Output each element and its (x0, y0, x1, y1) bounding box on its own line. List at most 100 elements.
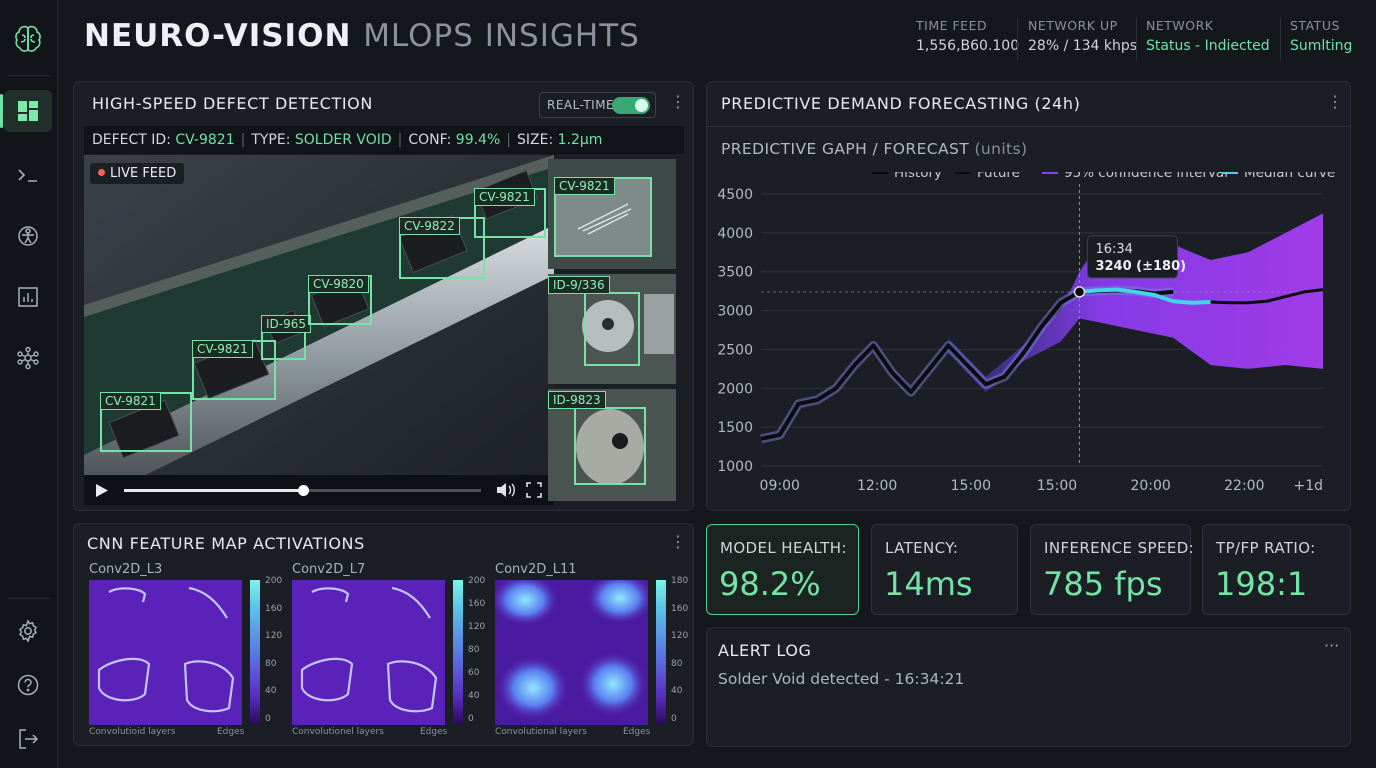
feature-map-caption: Convolutioid layers (89, 727, 176, 737)
colorbar-tick-label: 200 (468, 576, 486, 586)
metric-value: 98.2% (719, 565, 821, 603)
app-title-sub: MLOPS INSIGHTS (363, 18, 640, 54)
video-controls (84, 475, 554, 505)
y-tick-label: 3500 (717, 265, 753, 281)
header-stat-time-feed: TIME FEED 1,556,B60.100 (916, 18, 1019, 54)
metric-value: 785 fps (1043, 565, 1163, 603)
panel-title: ALERT LOG (718, 641, 812, 660)
tooltip-value: 3240 (±180) (1095, 259, 1186, 274)
settings-icon[interactable] (4, 610, 52, 652)
more-menu-icon[interactable]: ⋮ (670, 94, 686, 110)
colorbar-tick-label: 40 (468, 691, 480, 701)
more-menu-icon[interactable]: ⋮ (1327, 94, 1343, 110)
defect-id-value: CV-9821 (175, 132, 235, 148)
fullscreen-icon[interactable] (526, 482, 542, 498)
detection-label: CV-9821 (192, 340, 253, 358)
alert-entry[interactable]: Solder Void detected - 16:34:21 (718, 670, 964, 688)
realtime-toggle[interactable]: REAL-TIME (539, 92, 656, 118)
feature-map-caption: Convolutional layers (495, 727, 587, 737)
live-feed-label: LIVE FEED (110, 166, 177, 181)
feature-map-image[interactable] (495, 580, 648, 725)
colorbar-tick-label: 180 (671, 576, 689, 586)
seek-handle[interactable] (297, 485, 309, 496)
colorbar-tick-label: 120 (468, 622, 486, 632)
detection-box[interactable]: CV-9822 (399, 217, 485, 279)
model-icon[interactable] (4, 215, 52, 257)
x-tick-label: +1d (1293, 478, 1323, 494)
more-menu-icon[interactable]: ··· (1324, 638, 1339, 654)
stat-label: NETWORK UP (1028, 18, 1118, 33)
chart-subtitle: PREDICTIVE GAPH / FORECAST (units) (721, 140, 1027, 158)
colorbar-tick-label: 120 (671, 631, 689, 642)
defect-type-label: TYPE: (251, 132, 291, 148)
logout-icon[interactable] (4, 718, 52, 760)
colorbar-tick-label: 200 (265, 576, 283, 586)
page-title: NEURO-VISION MLOPS INSIGHTS (84, 18, 640, 54)
toggle-switch[interactable] (612, 97, 650, 114)
defect-id-label: DEFECT ID: (92, 132, 171, 148)
thumbnail-label: ID-9/336 (548, 276, 610, 294)
panel-title: CNN FEATURE MAP ACTIVATIONS (87, 534, 365, 553)
defect-thumbnail[interactable]: ID-9823 (548, 389, 676, 501)
terminal-icon[interactable] (4, 154, 52, 196)
brain-logo-icon (4, 18, 52, 60)
x-tick-label: 12:00 (857, 478, 897, 494)
seek-bar[interactable] (124, 485, 481, 496)
colorbar-tick-label: 160 (468, 599, 486, 609)
header-stat-network-up: NETWORK UP 28% / 134 khps (1028, 18, 1137, 54)
feature-map-panel: CNN FEATURE MAP ACTIVATIONS ⋮ Conv2D_L3 2… (73, 523, 694, 746)
thumbnail-box: CV-9821 (554, 177, 652, 257)
forecast-panel: PREDICTIVE DEMAND FORECASTING (24h) ⋮ PR… (706, 81, 1351, 511)
play-icon[interactable] (95, 483, 109, 498)
legend-label: Future (977, 172, 1020, 181)
live-video-feed[interactable]: LIVE FEED CV-9821 CV-9821 ID-965 CV-9820… (84, 155, 554, 505)
colorbar (656, 580, 666, 724)
feature-map-caption: Edges (217, 727, 245, 737)
x-tick-label: 20:00 (1130, 478, 1170, 494)
metric-label: MODEL HEALTH: (720, 539, 847, 557)
detection-box[interactable]: CV-9821 (474, 188, 546, 238)
legend-label: Median curve (1244, 172, 1335, 181)
defect-size-label: SIZE: (517, 132, 554, 148)
thumbnail-box (584, 292, 640, 366)
detection-box[interactable]: CV-9821 (100, 392, 192, 452)
metric-label: INFERENCE SPEED: (1044, 539, 1195, 557)
feature-map-image[interactable] (89, 580, 242, 725)
colorbar-tick-label: 160 (671, 603, 689, 614)
colorbar-tick-label: 60 (468, 668, 480, 678)
forecast-chart[interactable]: 1000 1500 2000 2500 3000 3500 4000 4500 09:00 12:… (707, 172, 1351, 502)
bar-chart-icon[interactable] (4, 276, 52, 318)
y-tick-label: 2500 (717, 342, 753, 358)
toggle-label: REAL-TIME (547, 98, 615, 112)
detection-label: CV-9821 (100, 392, 161, 410)
metric-value: 14ms (884, 565, 973, 603)
detection-box[interactable]: CV-9820 (308, 275, 372, 325)
metric-card-tp-fp-ratio: TP/FP RATIO: 198:1 (1202, 524, 1351, 615)
stat-value: 1,556,B60.100 (916, 38, 1020, 54)
header-stat-network: NETWORK Status - Indiecte​d (1146, 18, 1270, 54)
defect-type-value: SOLDER VOID (294, 132, 392, 148)
thumbnail-label: CV-9821 (554, 177, 615, 195)
live-feed-badge: LIVE FEED (90, 163, 185, 184)
dashboard-icon[interactable] (0, 90, 52, 132)
alert-log-panel: ALERT LOG ··· Solder Void detected - 16:… (706, 627, 1351, 747)
app-title-main: NEURO-VISION (84, 18, 352, 54)
defect-thumbnail[interactable]: ID-9/336 (548, 274, 676, 384)
defect-thumbnail[interactable]: CV-9821 (548, 159, 676, 269)
help-icon[interactable] (4, 664, 52, 706)
stat-value: Sumlting (1290, 38, 1353, 54)
more-menu-icon[interactable]: ⋮ (670, 534, 686, 550)
thumbnail-box (574, 407, 646, 485)
feature-map-image[interactable] (292, 580, 445, 725)
colorbar-tick-label: 120 (265, 631, 283, 642)
metric-card-model-health: MODEL HEALTH: 98.2% (706, 524, 859, 615)
panel-title: PREDICTIVE DEMAND FORECASTING (24h) (721, 94, 1081, 113)
detection-box[interactable]: ID-965 (261, 315, 312, 360)
header-stat-status: STATUS Sumlting (1290, 18, 1352, 54)
network-icon[interactable] (4, 337, 52, 379)
colorbar (453, 580, 463, 724)
metric-value: 198:1 (1215, 565, 1308, 603)
colorbar-tick-label: 40 (671, 686, 683, 697)
volume-icon[interactable] (496, 482, 516, 498)
thumbnail-label: ID-9823 (548, 391, 606, 409)
